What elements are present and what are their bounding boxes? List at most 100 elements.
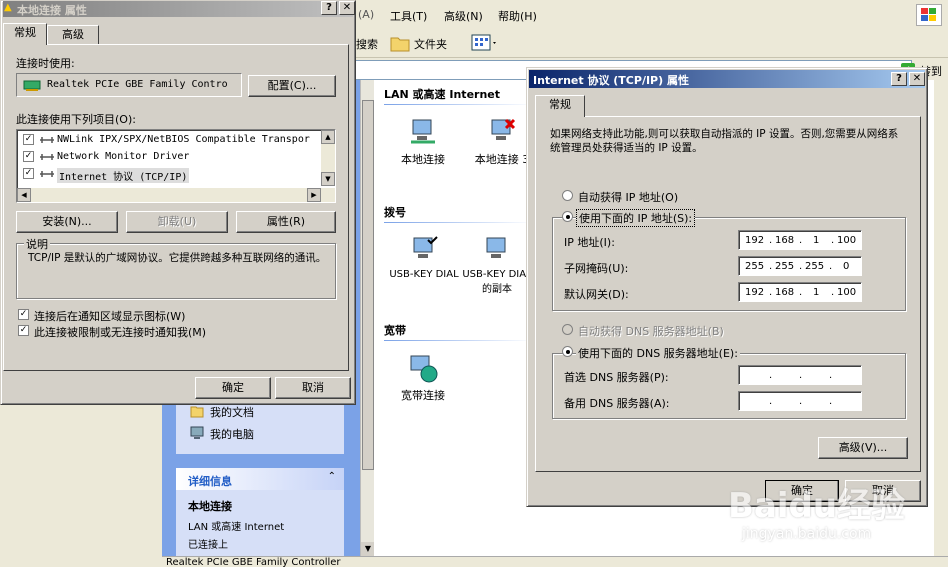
auto-ip-radio[interactable] bbox=[562, 190, 573, 201]
description-text: TCP/IP 是默认的广域网协议。它提供跨越多种互联网络的通讯。 bbox=[28, 252, 327, 264]
search-button[interactable]: 搜索 bbox=[356, 36, 378, 52]
scroll-down-arrow-icon[interactable]: ▼ bbox=[321, 172, 335, 186]
connection-broadband[interactable]: 宽带连接 bbox=[388, 352, 458, 403]
ip-dot: . bbox=[829, 396, 833, 407]
use-ip-label: 使用下面的 IP 地址(S): bbox=[576, 209, 696, 227]
item-label: Internet 协议 (TCP/IP) bbox=[57, 168, 190, 183]
connection-local-label: 本地连接 bbox=[401, 153, 445, 166]
mask-octet: 255 bbox=[775, 261, 795, 272]
props-tab-panel: 连接时使用: Realtek PCIe GBE Family Contro 配置… bbox=[3, 44, 349, 371]
views-icon bbox=[471, 34, 496, 51]
adapter-name: Realtek PCIe GBE Family Contro bbox=[47, 79, 228, 90]
props-cancel-button[interactable]: 取消 bbox=[275, 377, 351, 399]
tcpip-help-button[interactable]: ? bbox=[891, 72, 907, 86]
chevron-up-icon[interactable]: ⌃ bbox=[328, 471, 336, 482]
alt-dns-field[interactable]: . . . bbox=[738, 391, 862, 411]
auto-dns-radio[interactable] bbox=[562, 324, 573, 335]
pref-dns-field[interactable]: . . . bbox=[738, 365, 862, 385]
task-pane-scrollbar[interactable]: ▼ bbox=[360, 80, 375, 556]
props-close-icon[interactable]: ✕ bbox=[339, 1, 355, 15]
props-ok-button[interactable]: 确定 bbox=[195, 377, 271, 399]
list-item[interactable]: ✓ Network Monitor Driver bbox=[21, 149, 311, 165]
props-help-button[interactable]: ? bbox=[321, 1, 337, 15]
auto-ip-label: 自动获得 IP 地址(O) bbox=[578, 191, 679, 204]
ip-octet: 100 bbox=[837, 235, 857, 246]
menu-item-help[interactable]: 帮助(H) bbox=[498, 8, 537, 24]
tab-advanced[interactable]: 高级 bbox=[47, 25, 99, 45]
tab-general[interactable]: 常规 bbox=[3, 23, 47, 45]
uninstall-button[interactable]: 卸载(U) bbox=[126, 211, 228, 233]
list-item[interactable]: ✓ NWLink IPX/SPX/NetBIOS Compatible Tran… bbox=[21, 132, 311, 148]
description-label: 说明 bbox=[24, 236, 50, 252]
views-button[interactable] bbox=[470, 32, 500, 54]
tcpip-tab-general[interactable]: 常规 bbox=[535, 95, 585, 117]
props-title: 本地连接 属性 bbox=[17, 4, 87, 17]
menu-bar: (A) 工具(T) 高级(N) 帮助(H) bbox=[340, 4, 948, 26]
tab-general-label: 常规 bbox=[14, 26, 36, 39]
scroll-thumb[interactable] bbox=[362, 100, 374, 470]
section-dialup: 拨号 bbox=[384, 204, 534, 223]
windows-flag-icon bbox=[916, 4, 942, 26]
list-vscrollbar[interactable]: ▲ ▼ bbox=[321, 130, 335, 186]
scroll-left-arrow-icon[interactable]: ◀ bbox=[17, 188, 31, 202]
item-checkbox[interactable]: ✓ bbox=[23, 168, 34, 179]
details-name: 本地连接 bbox=[188, 500, 232, 513]
ip-dot: . bbox=[831, 235, 835, 246]
connection-local[interactable]: 本地连接 bbox=[388, 116, 458, 167]
advanced-button[interactable]: 高级(V)... bbox=[818, 437, 908, 459]
gateway-field[interactable]: 192 . 168 . 1 . 100 bbox=[738, 282, 862, 302]
details-status: 已连接上 bbox=[188, 540, 228, 551]
item-checkbox[interactable]: ✓ bbox=[23, 134, 34, 145]
list-item-selected[interactable]: ✓ Internet 协议 (TCP/IP) bbox=[21, 166, 311, 183]
props-dialog: ▲ 本地连接 属性 ? ✕ 常规 高级 连接时使用: Realtek PCIe … bbox=[0, 0, 356, 405]
status-bar: Realtek PCIe GBE Family Controller bbox=[162, 556, 948, 567]
auto-dns-label: 自动获得 DNS 服务器地址(B) bbox=[578, 325, 724, 338]
ip-field[interactable]: 192 . 168 . 1 . 100 bbox=[738, 230, 862, 250]
gateway-octet: 192 bbox=[745, 287, 765, 298]
connection-usbkey-copy[interactable]: USB-KEY DIAL 的副本 bbox=[462, 234, 532, 295]
props-titlebar[interactable]: ▲ 本地连接 属性 ? ✕ bbox=[3, 1, 355, 17]
folders-label: 文件夹 bbox=[414, 38, 447, 51]
configure-button[interactable]: 配置(C)... bbox=[248, 75, 336, 97]
items-list[interactable]: ✓ NWLink IPX/SPX/NetBIOS Compatible Tran… bbox=[16, 129, 336, 203]
lan-disconnected-icon bbox=[491, 118, 516, 140]
tcpip-dialog: Internet 协议 (TCP/IP) 属性 ? ✕ 常规 如果网络支持此功能… bbox=[526, 67, 928, 507]
menu-item-tools[interactable]: 工具(T) bbox=[390, 8, 427, 24]
mask-octet: 255 bbox=[745, 261, 765, 272]
tcpip-titlebar[interactable]: Internet 协议 (TCP/IP) 属性 ? ✕ bbox=[529, 70, 925, 88]
gateway-octet: 168 bbox=[775, 287, 795, 298]
item-label: NWLink IPX/SPX/NetBIOS Compatible Transp… bbox=[57, 134, 310, 145]
ip-dot: . bbox=[829, 370, 833, 381]
details-title: 详细信息 bbox=[188, 475, 232, 488]
connection-usbkey-label: USB-KEY DIAL bbox=[389, 269, 459, 280]
status-text: Realtek PCIe GBE Family Controller bbox=[166, 557, 341, 567]
folders-button[interactable]: 文件夹 bbox=[388, 32, 458, 54]
ip-dot: . bbox=[799, 370, 803, 381]
details-header[interactable]: 详细信息 ⌃ bbox=[176, 468, 344, 490]
item-checkbox[interactable]: ✓ bbox=[23, 151, 34, 162]
protocol-icon bbox=[40, 137, 54, 143]
scroll-up-arrow-icon[interactable]: ▲ bbox=[321, 130, 335, 144]
mask-field[interactable]: 255 . 255 . 255 . 0 bbox=[738, 256, 862, 276]
use-ip-radio[interactable] bbox=[562, 211, 573, 222]
menu-item-advanced[interactable]: 高级(N) bbox=[444, 8, 483, 24]
gateway-octet: 100 bbox=[837, 287, 857, 298]
tcpip-title: Internet 协议 (TCP/IP) 属性 bbox=[533, 74, 689, 87]
ip-octet: 192 bbox=[745, 235, 765, 246]
show-icon-label: 连接后在通知区域显示图标(W) bbox=[34, 310, 186, 323]
use-dns-radio[interactable] bbox=[562, 346, 573, 357]
ip-dot: . bbox=[831, 287, 835, 298]
install-button[interactable]: 安装(N)... bbox=[16, 211, 118, 233]
notify-checkbox[interactable]: ✓ bbox=[18, 325, 29, 336]
list-hscrollbar[interactable]: ◀ ▶ bbox=[17, 188, 335, 202]
tcpip-close-icon[interactable]: ✕ bbox=[909, 72, 925, 86]
properties-button[interactable]: 属性(R) bbox=[236, 211, 336, 233]
scroll-down-arrow-icon[interactable]: ▼ bbox=[361, 542, 375, 556]
menu-item-a[interactable]: (A) bbox=[358, 8, 374, 21]
ip-dot: . bbox=[769, 261, 773, 272]
show-icon-checkbox[interactable]: ✓ bbox=[18, 309, 29, 320]
broadband-connection-icon bbox=[410, 355, 438, 383]
props-network-icon: ▲ bbox=[4, 2, 12, 13]
connection-usbkey[interactable]: USB-KEY DIAL bbox=[384, 234, 464, 280]
scroll-right-arrow-icon[interactable]: ▶ bbox=[307, 188, 321, 202]
